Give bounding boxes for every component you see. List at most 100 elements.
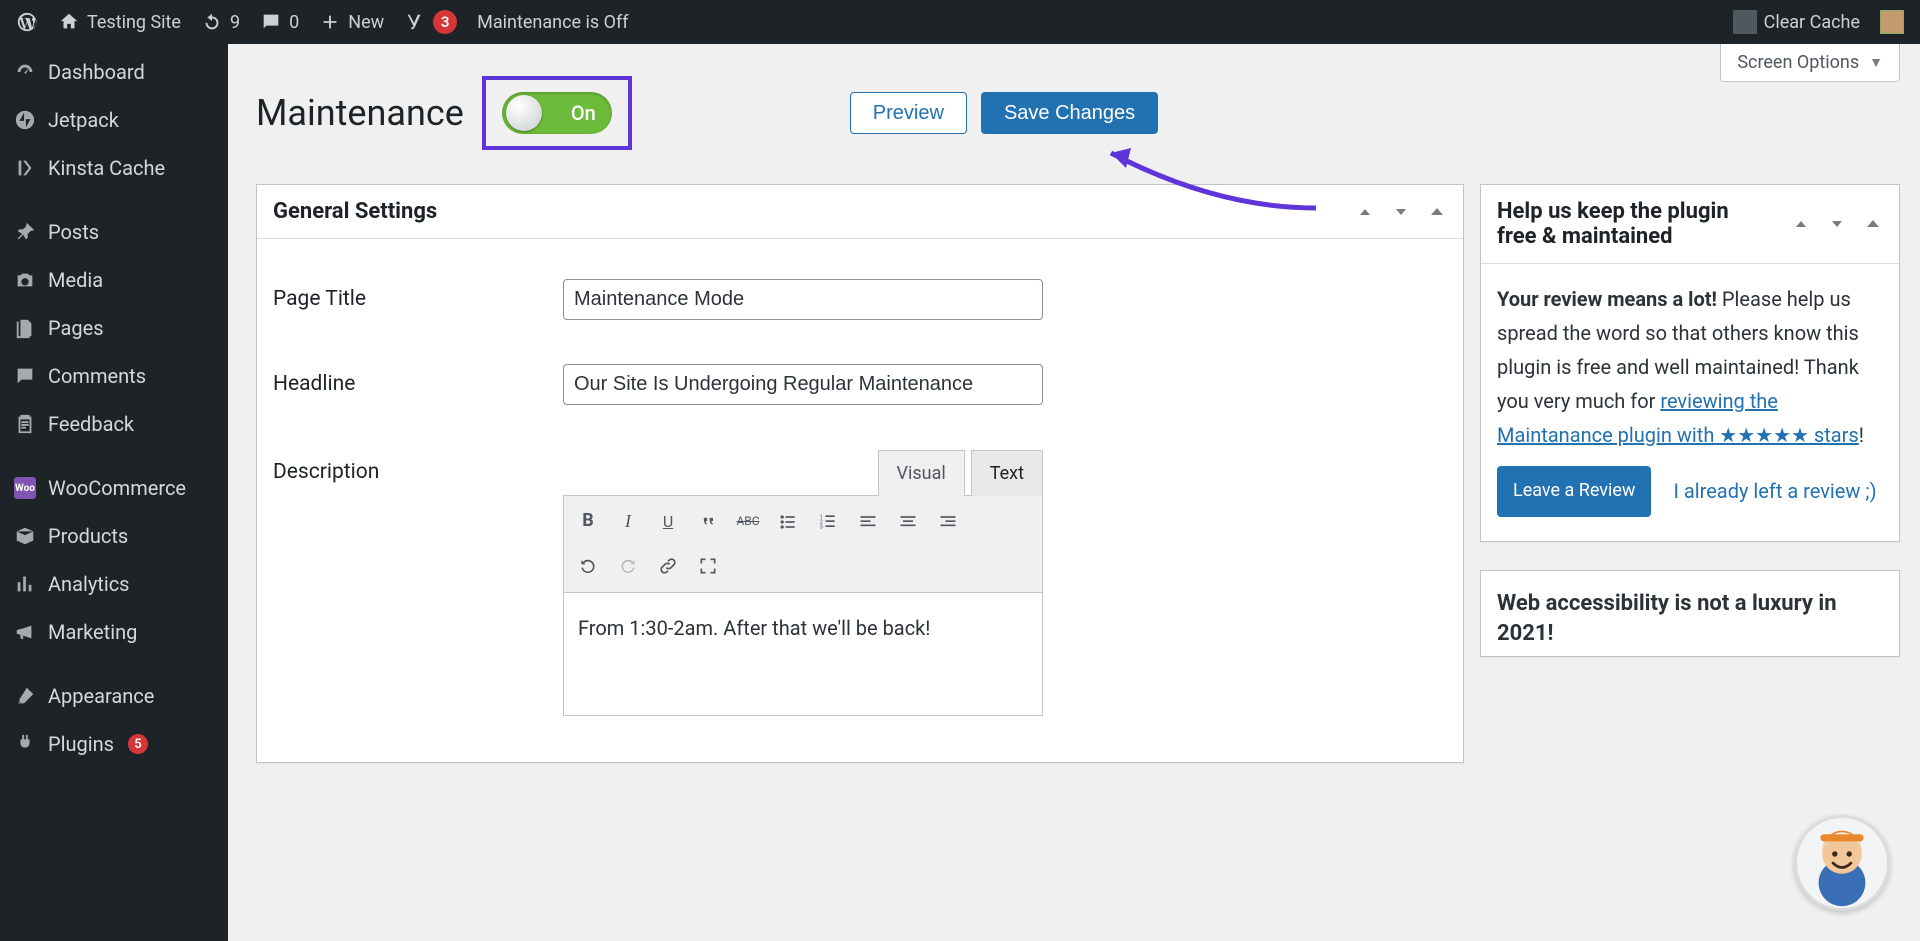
chevron-down-icon: ▼	[1869, 54, 1883, 71]
maintenance-toggle[interactable]: On	[502, 92, 612, 134]
toolbar-strikethrough[interactable]: ABC	[730, 504, 766, 540]
plus-icon	[319, 11, 341, 33]
sidebar-item-media[interactable]: Media	[0, 256, 228, 304]
sidebar-item-label: Appearance	[48, 684, 154, 708]
sidebar-item-label: Kinsta Cache	[48, 156, 165, 180]
toolbar-bold[interactable]: B	[570, 504, 606, 540]
already-left-link[interactable]: I already left a review ;)	[1673, 474, 1876, 508]
toolbar-fullscreen[interactable]	[690, 548, 726, 584]
sidebar-item-feedback[interactable]: Feedback	[0, 400, 228, 448]
toolbar-numbered-list[interactable]: 123	[810, 504, 846, 540]
pages-icon	[14, 317, 36, 339]
toolbar-link[interactable]	[650, 548, 686, 584]
headline-label: Headline	[273, 367, 563, 403]
sidebar-item-pages[interactable]: Pages	[0, 304, 228, 352]
jetpack-icon	[14, 109, 36, 131]
comments-link[interactable]: 0	[250, 0, 309, 44]
move-up-icon[interactable]	[1791, 214, 1811, 234]
bar-chart-icon	[14, 573, 36, 595]
toolbar-underline[interactable]: U	[650, 504, 686, 540]
plug-icon	[14, 733, 36, 755]
collapse-icon[interactable]	[1863, 214, 1883, 234]
page-title-label: Page Title	[273, 282, 563, 318]
refresh-icon	[201, 11, 223, 33]
editor-toolbar: B I U ABC 123	[563, 495, 1043, 593]
postbox-title: Web accessibility is not a luxury in 202…	[1497, 589, 1883, 651]
sidebar-item-marketing[interactable]: Marketing	[0, 608, 228, 656]
plugins-count-badge: 5	[128, 734, 148, 754]
clipboard-icon	[14, 413, 36, 435]
toggle-knob	[506, 95, 542, 131]
support-mascot[interactable]	[1794, 815, 1890, 911]
toolbar-undo[interactable]	[570, 548, 606, 584]
sidebar-item-jetpack[interactable]: Jetpack	[0, 96, 228, 144]
sidebar-item-label: Plugins	[48, 732, 114, 756]
sidebar-item-products[interactable]: Products	[0, 512, 228, 560]
toolbar-align-left[interactable]	[850, 504, 886, 540]
toolbar-align-right[interactable]	[930, 504, 966, 540]
my-account[interactable]	[1870, 0, 1914, 44]
sidebar-item-label: Feedback	[48, 412, 134, 436]
review-box: Help us keep the plugin free & maintaine…	[1480, 184, 1900, 542]
move-down-icon[interactable]	[1827, 214, 1847, 234]
sidebar-item-woocommerce[interactable]: Woo WooCommerce	[0, 464, 228, 512]
save-changes-button[interactable]: Save Changes	[981, 92, 1158, 134]
toolbar-blockquote[interactable]	[690, 504, 726, 540]
camera-icon	[14, 269, 36, 291]
sidebar-item-comments[interactable]: Comments	[0, 352, 228, 400]
page-title-input[interactable]	[563, 279, 1043, 320]
sidebar-item-label: Comments	[48, 364, 146, 388]
clear-cache[interactable]: Clear Cache	[1723, 0, 1870, 44]
editor-tab-text[interactable]: Text	[971, 450, 1043, 496]
sidebar-item-label: Jetpack	[48, 108, 119, 132]
site-home[interactable]: Testing Site	[48, 0, 191, 44]
sidebar-item-analytics[interactable]: Analytics	[0, 560, 228, 608]
admin-toolbar: Testing Site 9 0 New 3 Maintenance is Of…	[0, 0, 1920, 44]
collapse-icon[interactable]	[1427, 202, 1447, 222]
updates-link[interactable]: 9	[191, 0, 250, 44]
admin-sidebar: Dashboard Jetpack Kinsta Cache Posts Med…	[0, 44, 228, 941]
wordpress-icon	[16, 11, 38, 33]
description-label: Description	[273, 449, 563, 491]
postbox-title: Help us keep the plugin free & maintaine…	[1497, 199, 1767, 249]
sidebar-item-plugins[interactable]: Plugins 5	[0, 720, 228, 768]
svg-text:3: 3	[820, 524, 823, 530]
sidebar-item-dashboard[interactable]: Dashboard	[0, 48, 228, 96]
wp-logo[interactable]	[6, 0, 48, 44]
yoast-seo[interactable]: 3	[394, 0, 467, 44]
editor-tab-visual[interactable]: Visual	[878, 450, 965, 496]
sidebar-item-kinsta-cache[interactable]: Kinsta Cache	[0, 144, 228, 192]
megaphone-icon	[14, 621, 36, 643]
seo-count-badge: 3	[433, 10, 457, 34]
sidebar-item-appearance[interactable]: Appearance	[0, 672, 228, 720]
brush-icon	[14, 685, 36, 707]
sidebar-item-label: Media	[48, 268, 103, 292]
toolbar-align-center[interactable]	[890, 504, 926, 540]
toolbar-italic[interactable]: I	[610, 504, 646, 540]
gauge-icon	[14, 61, 36, 83]
site-name: Testing Site	[87, 12, 181, 33]
content-area: Screen Options ▼ Maintenance On Preview …	[228, 0, 1920, 941]
page-header: Maintenance On Preview Save Changes	[256, 76, 1900, 150]
new-content[interactable]: New	[309, 0, 394, 44]
leave-review-button[interactable]: Leave a Review	[1497, 466, 1651, 517]
mascot-icon	[1797, 818, 1887, 908]
headline-input[interactable]	[563, 364, 1043, 405]
maintenance-status[interactable]: Maintenance is Off	[467, 0, 638, 44]
description-textarea[interactable]: From 1:30-2am. After that we'll be back!	[563, 593, 1043, 716]
move-down-icon[interactable]	[1391, 202, 1411, 222]
accessibility-box: Web accessibility is not a luxury in 202…	[1480, 570, 1900, 658]
toolbar-redo[interactable]	[610, 548, 646, 584]
sidebar-item-label: Posts	[48, 220, 99, 244]
pushpin-icon	[14, 221, 36, 243]
cache-icon	[1733, 10, 1757, 34]
sidebar-item-posts[interactable]: Posts	[0, 208, 228, 256]
move-up-icon[interactable]	[1355, 202, 1375, 222]
page-title-row: Page Title	[273, 257, 1447, 342]
review-lead-bold: Your review means a lot!	[1497, 287, 1717, 311]
toolbar-bullet-list[interactable]	[770, 504, 806, 540]
new-label: New	[348, 12, 384, 33]
sidebar-item-label: Dashboard	[48, 60, 145, 84]
preview-button[interactable]: Preview	[850, 92, 967, 134]
woo-icon: Woo	[14, 477, 36, 499]
